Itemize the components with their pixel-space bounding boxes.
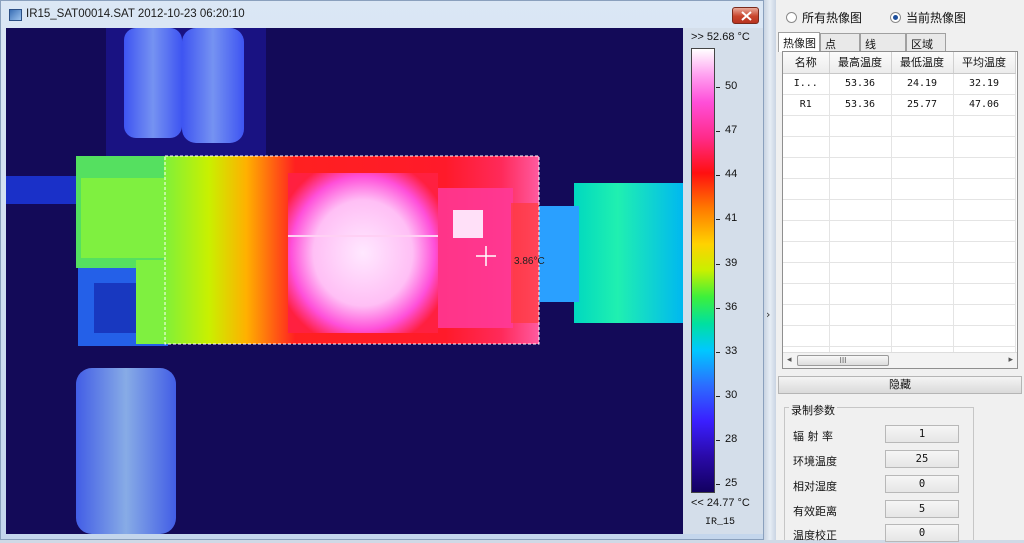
spot-temperature-label: 3.86°C: [514, 256, 545, 267]
scale-tick-label: 39: [725, 257, 738, 269]
measurement-grid: 名称 最高温度 最低温度 平均温度 I... 53.36 24.19 32.19…: [783, 52, 1016, 368]
param-value-distance[interactable]: 5: [885, 500, 959, 518]
scale-tick-label: 28: [725, 433, 738, 445]
scroll-left-icon[interactable]: ◂: [787, 355, 792, 365]
tab-line[interactable]: 线: [860, 33, 906, 51]
radio-selected-icon: [890, 12, 901, 23]
column-header-avg[interactable]: 平均温度: [953, 52, 1016, 74]
scale-tick-label: 36: [725, 301, 738, 313]
scale-tick: [716, 264, 720, 265]
table-row[interactable]: R1 53.36 25.77 47.06: [783, 94, 1016, 116]
scale-tick-label: 47: [725, 124, 738, 136]
tab-bar: 热像图 点 线 区域: [778, 32, 1018, 52]
scale-tick: [716, 440, 720, 441]
scale-tick-label: 33: [725, 345, 738, 357]
radio-circle-icon: [786, 12, 797, 23]
radio-current-label: 当前热像图: [906, 11, 967, 25]
color-scale-bar: [691, 48, 715, 493]
column-header-min[interactable]: 最低温度: [891, 52, 954, 74]
scale-tick: [716, 131, 720, 132]
table-row-empty: [783, 199, 1016, 221]
scale-tick-label: 25: [725, 477, 738, 489]
cell-min: 25.77: [891, 94, 954, 116]
table-row-empty: [783, 241, 1016, 263]
measurement-table: 名称 最高温度 最低温度 平均温度 I... 53.36 24.19 32.19…: [782, 51, 1018, 369]
chevron-right-icon[interactable]: ›: [766, 308, 770, 321]
table-row-empty: [783, 325, 1016, 347]
column-header-name[interactable]: 名称: [783, 52, 830, 74]
close-button[interactable]: [732, 7, 759, 24]
scale-tick-label: 50: [725, 80, 738, 92]
scrollbar-thumb[interactable]: III: [797, 355, 889, 366]
param-label-emissivity: 辐 射 率: [793, 430, 833, 443]
scale-tick: [716, 175, 720, 176]
app-icon: [9, 9, 22, 21]
param-value-ambient-temp[interactable]: 25: [885, 450, 959, 468]
scale-tick: [716, 87, 720, 88]
cell-max: 53.36: [829, 73, 892, 95]
scale-tick-label: 41: [725, 212, 738, 224]
thermal-picture: [6, 28, 683, 534]
table-row-empty: [783, 283, 1016, 305]
hide-button[interactable]: 隐藏: [778, 376, 1022, 394]
params-title: 录制参数: [789, 402, 837, 418]
table-row-empty: [783, 136, 1016, 158]
window-title: IR15_SAT00014.SAT 2012-10-23 06:20:10: [26, 8, 245, 20]
table-row-empty: [783, 157, 1016, 179]
close-icon: [741, 11, 752, 21]
side-panel: 所有热像图 当前热像图 热像图 点 线 区域 名称 最高温度 最低温度 平均温度…: [776, 0, 1024, 542]
color-scale-panel: >> 52.68 °C 50 47 44 41 39 36 33 30 28 2…: [683, 28, 763, 534]
scale-tick: [716, 308, 720, 309]
thermal-image[interactable]: 3.86°C: [6, 28, 683, 534]
param-value-temp-correction[interactable]: 0: [885, 524, 959, 542]
param-value-emissivity[interactable]: 1: [885, 425, 959, 443]
table-row-empty: [783, 220, 1016, 242]
cell-name: R1: [783, 94, 830, 116]
scale-name-label: IR_15: [705, 517, 736, 528]
table-row[interactable]: I... 53.36 24.19 32.19: [783, 73, 1016, 95]
cell-name: I...: [783, 73, 830, 95]
panel-splitter[interactable]: ›: [764, 0, 776, 540]
title-bar: IR15_SAT00014.SAT 2012-10-23 06:20:10: [1, 1, 763, 29]
radio-current-image[interactable]: 当前热像图: [890, 9, 966, 26]
tab-point[interactable]: 点: [820, 33, 860, 51]
horizontal-scrollbar[interactable]: ◂ III ▸: [783, 352, 1017, 368]
param-label-humidity: 相对湿度: [793, 480, 837, 493]
column-header-max[interactable]: 最高温度: [829, 52, 892, 74]
cell-max: 53.36: [829, 94, 892, 116]
param-label-ambient-temp: 环境温度: [793, 455, 837, 468]
tab-area[interactable]: 区域: [906, 33, 946, 51]
scale-tick: [716, 484, 720, 485]
param-label-temp-correction: 温度校正: [793, 529, 837, 542]
scale-min-label: << 24.77 °C: [691, 497, 750, 509]
cell-avg: 47.06: [953, 94, 1016, 116]
cell-min: 24.19: [891, 73, 954, 95]
scale-tick-label: 44: [725, 168, 738, 180]
recording-params-group: 录制参数 辐 射 率 1 环境温度 25 相对湿度 0 有效距离 5 温度校正 …: [784, 402, 974, 542]
table-header: 名称 最高温度 最低温度 平均温度: [783, 52, 1016, 74]
table-row-empty: [783, 178, 1016, 200]
radio-all-label: 所有热像图: [802, 11, 863, 25]
scale-tick: [716, 352, 720, 353]
scroll-right-icon[interactable]: ▸: [1008, 355, 1013, 365]
table-row-empty: [783, 115, 1016, 137]
param-value-humidity[interactable]: 0: [885, 475, 959, 493]
table-row-empty: [783, 262, 1016, 284]
radio-all-images[interactable]: 所有热像图: [786, 9, 862, 26]
tab-thermal-image[interactable]: 热像图: [778, 32, 820, 52]
scale-tick: [716, 396, 720, 397]
param-label-distance: 有效距离: [793, 505, 837, 518]
scale-tick-label: 30: [725, 389, 738, 401]
scale-tick: [716, 219, 720, 220]
thermal-image-window: IR15_SAT00014.SAT 2012-10-23 06:20:10 3.…: [0, 0, 764, 540]
cell-avg: 32.19: [953, 73, 1016, 95]
scale-max-label: >> 52.68 °C: [691, 31, 750, 43]
table-row-empty: [783, 304, 1016, 326]
